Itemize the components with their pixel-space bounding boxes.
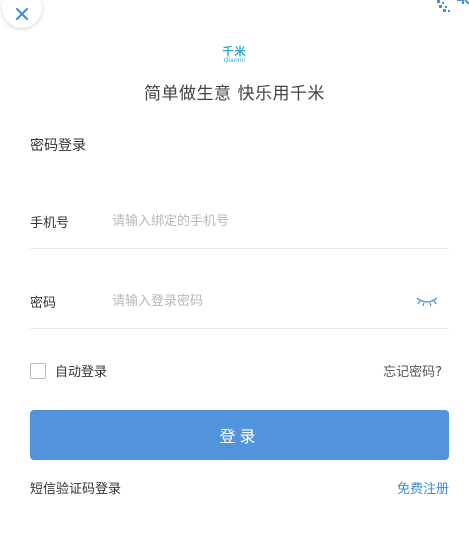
close-button[interactable]	[2, 0, 42, 28]
sms-login-link[interactable]: 短信验证码登录	[30, 478, 121, 497]
auto-login-label: 自动登录	[55, 365, 108, 380]
phone-input[interactable]	[112, 210, 382, 232]
close-icon	[16, 8, 28, 20]
logo-subtext: Qianmi	[223, 57, 246, 64]
eye-closed-icon[interactable]	[415, 294, 439, 308]
register-link[interactable]: 免费注册	[397, 478, 449, 497]
login-button[interactable]: 登录	[30, 410, 449, 460]
form-title: 密码登录	[30, 138, 86, 154]
auto-login-option[interactable]: 自动登录	[30, 361, 107, 380]
slogan: 简单做生意 快乐用千米	[144, 84, 325, 104]
password-label: 密码	[30, 296, 57, 311]
password-input[interactable]	[112, 290, 382, 312]
phone-field: 手机号	[30, 204, 449, 249]
forgot-password-link[interactable]: 忘记密码?	[383, 361, 442, 380]
qr-code-icon[interactable]	[429, 0, 469, 14]
brand-logo: 千米 Qianmi	[0, 46, 469, 64]
password-field: 密码	[30, 284, 449, 329]
logo-text: 千米	[222, 45, 247, 58]
phone-label: 手机号	[30, 216, 70, 231]
auto-login-checkbox[interactable]	[30, 362, 46, 379]
